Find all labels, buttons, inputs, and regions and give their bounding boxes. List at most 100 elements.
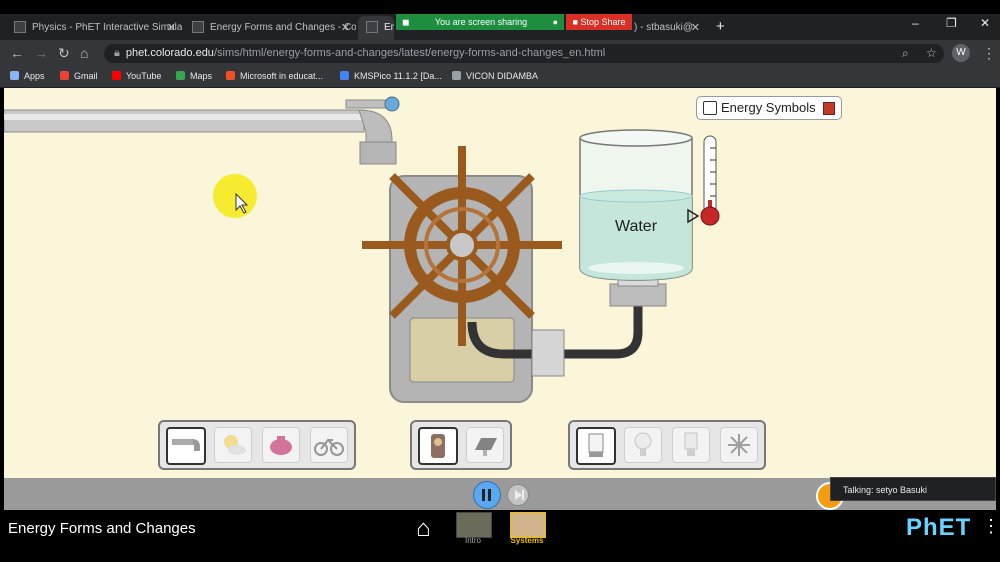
- simulation-canvas: Water Energy Symbols: [4, 88, 996, 482]
- faucet-icon: [172, 439, 200, 451]
- shield-icon: ●: [552, 17, 558, 27]
- fluorescent-bulb-icon: [684, 432, 698, 456]
- sim-title: Energy Forms and Changes: [8, 520, 196, 537]
- bookmark-microsoft[interactable]: Microsoft in educat...: [226, 69, 323, 83]
- intro-screen-label[interactable]: Intro: [456, 536, 490, 545]
- bookmark-label: VICON DIDAMBA: [466, 71, 539, 81]
- bookmark-gmail[interactable]: Gmail: [60, 69, 98, 83]
- energy-symbols-checkbox[interactable]: [703, 101, 717, 115]
- pause-button[interactable]: [473, 481, 501, 509]
- microsoft-icon: [226, 71, 235, 80]
- tab-energ-active[interactable]: Energ: [358, 16, 394, 40]
- teapot-icon: [270, 436, 292, 455]
- letterbox-bottom: [0, 548, 1000, 562]
- stop-share-label: Stop Share: [580, 17, 626, 27]
- bicycle-icon: [314, 438, 344, 456]
- tab-title: Physics - PhET Interactive Simula: [32, 22, 182, 33]
- fluorescent-bulb-user-button[interactable]: [672, 427, 710, 463]
- lock-icon: 🔒︎: [114, 47, 120, 59]
- bookmark-apps[interactable]: Apps: [10, 69, 45, 83]
- restore-icon[interactable]: ❐: [946, 16, 957, 30]
- youtube-icon: [112, 71, 121, 80]
- step-forward-icon: [515, 490, 524, 500]
- bookmark-youtube[interactable]: YouTube: [112, 69, 161, 83]
- energy-symbols-label: Energy Symbols: [721, 100, 816, 115]
- bicycle-source-button[interactable]: [310, 427, 348, 463]
- tab-energy-forms[interactable]: Energy Forms and Changes - Co ✕: [184, 16, 356, 40]
- bookmark-label: Gmail: [74, 71, 98, 81]
- energy-chunk-icon: [823, 102, 835, 115]
- screen-sharing-text: You are screen sharing: [434, 17, 528, 27]
- bookmark-vicon[interactable]: VICON DIDAMBA: [452, 69, 538, 83]
- screen-sharing-banner: ◼ You are screen sharing ●: [396, 14, 564, 30]
- water-beaker[interactable]: [579, 129, 693, 281]
- tab-physics-phet[interactable]: Physics - PhET Interactive Simula ✕: [6, 16, 182, 40]
- energy-converter-panel: [410, 420, 512, 470]
- solar-panel-icon: [475, 438, 497, 456]
- bookmark-label: YouTube: [126, 71, 162, 81]
- apps-grid-icon: [10, 71, 19, 80]
- sun-source-button[interactable]: [214, 427, 252, 463]
- close-icon[interactable]: ✕: [167, 16, 176, 40]
- star-icon[interactable]: ☆: [926, 44, 937, 62]
- menu-kebab-icon[interactable]: ⋮: [982, 44, 996, 62]
- phet-logo[interactable]: PhET: [906, 514, 971, 542]
- forward-arrow-icon[interactable]: →: [34, 44, 48, 62]
- back-arrow-icon[interactable]: ←: [10, 44, 24, 62]
- faucet-source-button[interactable]: [166, 427, 206, 465]
- teapot-source-button[interactable]: [262, 427, 300, 463]
- tab-title: Energy Forms and Changes - Co: [210, 22, 356, 33]
- bookmark-kmspico[interactable]: KMSPico 11.1.2 [Da...: [340, 69, 442, 83]
- sun-icon: [224, 435, 246, 455]
- talking-indicator: Talking: setyo Basuki: [830, 477, 996, 501]
- reload-icon[interactable]: ↻: [58, 44, 70, 62]
- water-wheel-icon: [362, 146, 562, 346]
- home-icon[interactable]: ⌂: [80, 44, 88, 62]
- generator-converter-button[interactable]: [418, 427, 458, 465]
- energy-user-panel: [568, 420, 766, 470]
- tab-title: ) - stbasuki@: [634, 22, 694, 33]
- pause-icon-bar: [488, 489, 491, 501]
- intro-screen-thumbnail[interactable]: [456, 512, 492, 538]
- new-tab-button[interactable]: +: [716, 16, 725, 38]
- energy-source-panel: [158, 420, 356, 470]
- energy-symbols-toggle[interactable]: Energy Symbols: [696, 96, 842, 120]
- pause-icon: [482, 489, 485, 501]
- close-icon[interactable]: ✕: [691, 16, 700, 40]
- close-window-icon[interactable]: ✕: [980, 16, 990, 30]
- tab-title: Energ: [384, 22, 394, 33]
- close-icon[interactable]: ✕: [341, 16, 350, 40]
- light-bulb-icon: [634, 432, 652, 456]
- address-bar[interactable]: 🔒︎ phet.colorado.edu/sims/html/energy-for…: [104, 44, 944, 63]
- gmail-icon: [60, 71, 69, 80]
- tab-stbasuki[interactable]: ) - stbasuki@ ✕: [634, 16, 706, 40]
- bookmark-maps[interactable]: Maps: [176, 69, 212, 83]
- step-forward-button[interactable]: [507, 484, 529, 506]
- vicon-icon: [452, 71, 461, 80]
- beaker-heater-user-button[interactable]: [576, 427, 616, 465]
- maps-icon: [176, 71, 185, 80]
- bookmark-label: KMSPico 11.1.2 [Da...: [354, 71, 442, 81]
- phet-favicon-icon: [366, 21, 378, 34]
- phet-menu-kebab-icon[interactable]: ⋮: [982, 516, 1000, 537]
- systems-screen-thumbnail[interactable]: [510, 512, 546, 538]
- beaker-icon: [588, 433, 604, 457]
- minimize-icon[interactable]: –: [912, 16, 919, 30]
- profile-avatar[interactable]: W: [952, 44, 970, 62]
- url-host: phet.colorado.edu: [125, 47, 214, 59]
- incandescent-bulb-user-button[interactable]: [624, 427, 662, 463]
- cursor-highlight: [213, 174, 257, 218]
- home-screen-icon[interactable]: ⌂: [416, 514, 431, 544]
- stop-share-button[interactable]: ■ Stop Share: [566, 14, 632, 30]
- kmspico-icon: [340, 71, 349, 80]
- bookmark-label: Maps: [190, 71, 213, 81]
- water-label: Water: [614, 218, 658, 235]
- phet-favicon-icon: [192, 21, 204, 34]
- faucet-icon[interactable]: [4, 96, 400, 165]
- bookmark-label: Microsoft in educat...: [240, 71, 324, 81]
- zoom-search-icon[interactable]: ⌕: [902, 44, 909, 62]
- solar-panel-converter-button[interactable]: [466, 427, 504, 463]
- fan-user-button[interactable]: [720, 427, 758, 463]
- fan-icon: [728, 434, 750, 456]
- systems-screen-label[interactable]: Systems: [506, 536, 548, 545]
